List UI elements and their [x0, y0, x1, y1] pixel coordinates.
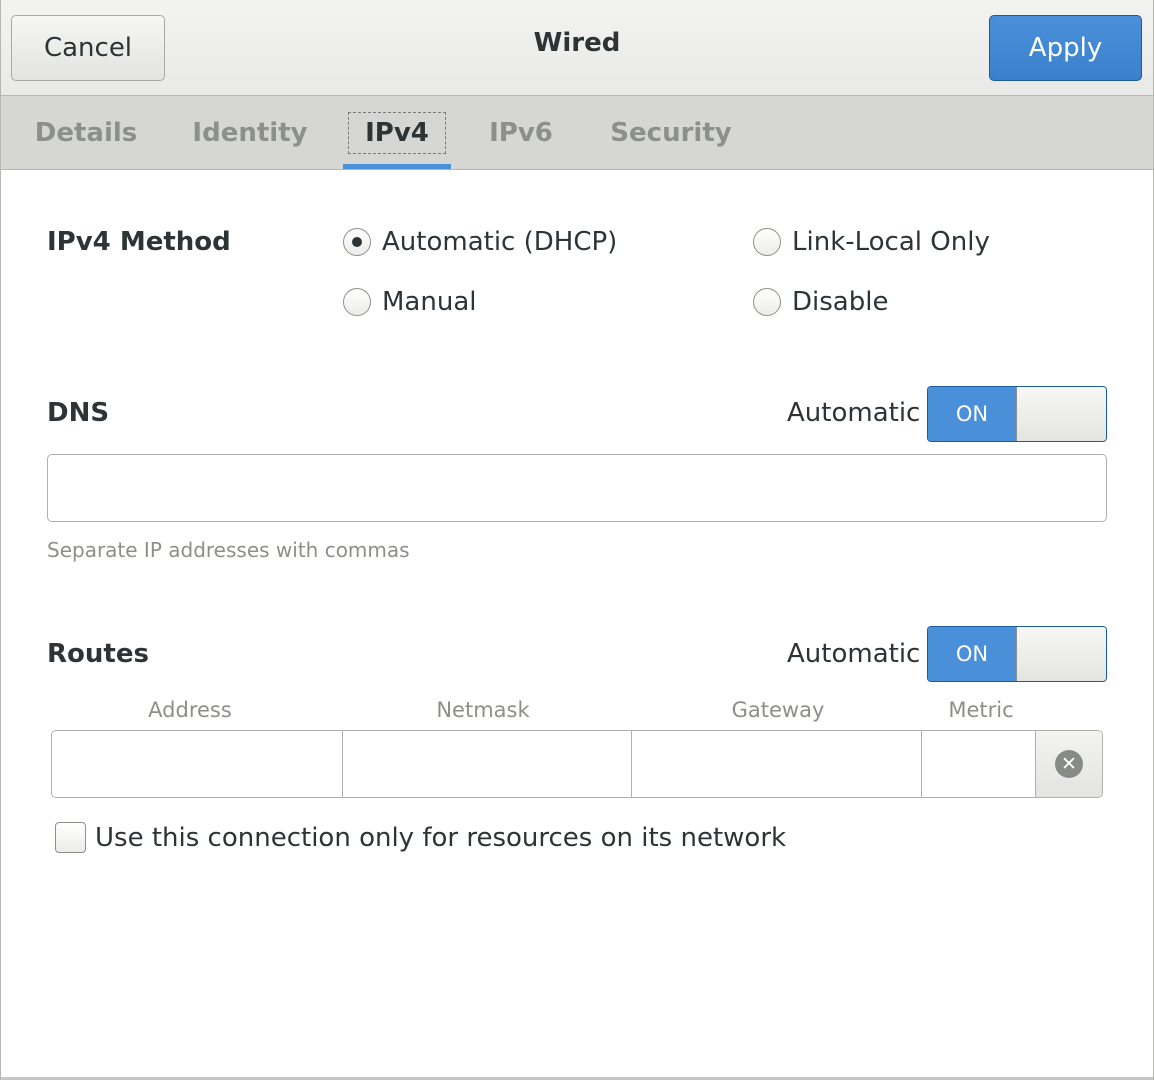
only-local-resources-checkbox-row[interactable]: Use this connection only for resources o… — [55, 822, 786, 853]
header-bar: Cancel Wired Apply — [1, 0, 1153, 96]
routes-automatic-switch[interactable]: ON — [927, 626, 1107, 682]
tab-bar: Details Identity IPv4 IPv6 Security — [1, 96, 1153, 170]
dns-label: DNS — [47, 398, 110, 428]
radio-disable[interactable]: Disable — [753, 287, 888, 317]
route-netmask-input[interactable] — [342, 731, 633, 797]
routes-automatic-label: Automatic — [787, 639, 921, 669]
tab-label: Details — [34, 117, 138, 148]
tab-details[interactable]: Details — [23, 96, 149, 169]
column-header-address: Address — [148, 698, 232, 722]
connection-dialog: Cancel Wired Apply Details Identity IPv4… — [0, 0, 1154, 1080]
radio-button[interactable] — [753, 228, 781, 256]
column-header-gateway: Gateway — [731, 698, 825, 722]
radio-label: Disable — [792, 287, 889, 317]
dns-hint: Separate IP addresses with commas — [47, 538, 410, 562]
radio-label: Link-Local Only — [792, 227, 990, 257]
switch-on-label: ON — [928, 627, 1016, 681]
tab-ipv4[interactable]: IPv4 — [343, 96, 451, 169]
switch-knob[interactable] — [1016, 627, 1106, 681]
radio-label: Automatic (DHCP) — [382, 227, 618, 257]
radio-link-local-only[interactable]: Link-Local Only — [753, 227, 990, 257]
tab-label: Identity — [192, 117, 308, 148]
radio-label: Manual — [382, 287, 477, 317]
tab-label: IPv6 — [489, 117, 553, 148]
dns-input[interactable] — [47, 454, 1107, 522]
dns-automatic-label: Automatic — [787, 398, 921, 428]
tab-label: IPv4 — [348, 111, 446, 154]
route-metric-input[interactable] — [922, 731, 1037, 797]
radio-button-checked[interactable] — [343, 228, 371, 256]
apply-button[interactable]: Apply — [989, 15, 1142, 81]
switch-on-label: ON — [928, 387, 1016, 441]
radio-manual[interactable]: Manual — [343, 287, 476, 317]
active-tab-indicator — [343, 164, 451, 169]
ipv4-method-label: IPv4 Method — [47, 227, 231, 257]
switch-knob[interactable] — [1016, 387, 1106, 441]
tab-ipv6[interactable]: IPv6 — [477, 96, 565, 169]
tab-security[interactable]: Security — [599, 96, 743, 169]
remove-circle-icon: ✕ — [1055, 750, 1084, 778]
tab-identity[interactable]: Identity — [179, 96, 321, 169]
radio-button[interactable] — [753, 288, 781, 316]
route-row: ✕ — [51, 730, 1103, 798]
routes-label: Routes — [47, 639, 149, 669]
radio-button[interactable] — [343, 288, 371, 316]
only-local-resources-label: Use this connection only for resources o… — [95, 822, 787, 853]
column-header-netmask: Netmask — [436, 698, 530, 722]
dns-automatic-switch[interactable]: ON — [927, 386, 1107, 442]
dialog-title: Wired — [533, 28, 621, 58]
tab-label: Security — [610, 117, 732, 148]
delete-route-button[interactable]: ✕ — [1036, 731, 1102, 797]
route-address-input[interactable] — [52, 731, 343, 797]
only-local-resources-checkbox[interactable] — [55, 822, 86, 853]
route-gateway-input[interactable] — [632, 731, 923, 797]
column-header-metric: Metric — [948, 698, 1014, 722]
radio-automatic-dhcp[interactable]: Automatic (DHCP) — [343, 227, 617, 257]
